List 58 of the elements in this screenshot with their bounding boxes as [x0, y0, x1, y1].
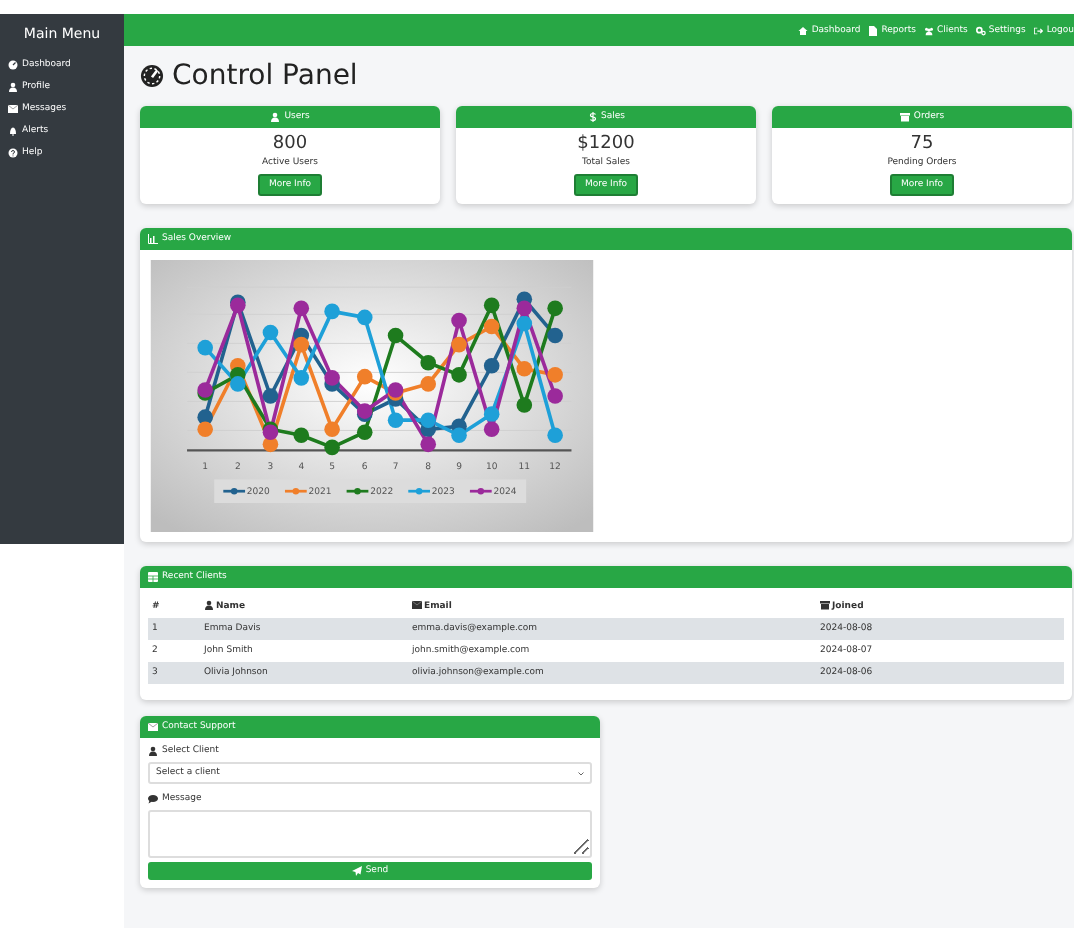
file-icon — [868, 25, 879, 35]
data-point — [197, 339, 213, 356]
user-icon — [8, 82, 18, 92]
stat-value: 75 — [910, 134, 934, 154]
data-point — [293, 427, 310, 444]
data-point — [547, 388, 563, 404]
envelope-icon — [412, 600, 422, 610]
bell-icon — [8, 126, 18, 136]
home-icon — [798, 25, 809, 35]
data-point — [293, 370, 310, 386]
gauge-icon — [8, 60, 18, 70]
data-point — [451, 312, 467, 329]
data-point — [293, 300, 310, 317]
speech-bubble-icon — [148, 794, 158, 804]
data-point — [262, 324, 279, 341]
data-point — [324, 303, 340, 320]
message-field[interactable] — [148, 810, 592, 858]
data-point — [451, 367, 467, 383]
data-point — [483, 297, 500, 314]
data-point — [420, 354, 436, 371]
data-point — [547, 327, 563, 344]
data-point — [356, 309, 373, 326]
data-point — [483, 318, 500, 335]
user-icon — [270, 112, 281, 122]
data-point — [516, 300, 533, 317]
bar-chart-icon — [148, 234, 158, 244]
data-point — [483, 358, 500, 374]
data-point — [516, 361, 533, 377]
data-point — [262, 388, 279, 404]
user-icon — [148, 746, 158, 756]
question-icon — [8, 148, 18, 158]
data-point — [387, 327, 404, 344]
data-point — [293, 336, 310, 353]
data-point — [356, 368, 373, 385]
data-point — [547, 300, 563, 317]
box-icon — [820, 600, 830, 610]
envelope-icon — [8, 104, 18, 114]
data-point — [451, 336, 467, 353]
table-icon — [148, 572, 158, 582]
data-point — [420, 376, 436, 392]
data-point — [387, 412, 404, 428]
data-point — [483, 421, 500, 438]
data-point — [516, 315, 533, 332]
gauge-icon — [140, 64, 164, 88]
data-point — [516, 397, 533, 413]
stat-value: $1200 — [577, 134, 635, 154]
data-point — [547, 367, 563, 383]
dollar-icon — [587, 112, 597, 122]
envelope-icon — [148, 722, 158, 732]
page-title: Control Panel — [140, 60, 1072, 92]
gears-icon — [975, 25, 986, 35]
data-point — [547, 427, 563, 444]
logout-icon — [1033, 25, 1044, 35]
stat-value: 800 — [272, 134, 308, 154]
box-icon — [899, 112, 910, 122]
data-point — [356, 424, 373, 441]
user-icon — [204, 600, 214, 610]
paper-plane-icon — [351, 866, 362, 876]
